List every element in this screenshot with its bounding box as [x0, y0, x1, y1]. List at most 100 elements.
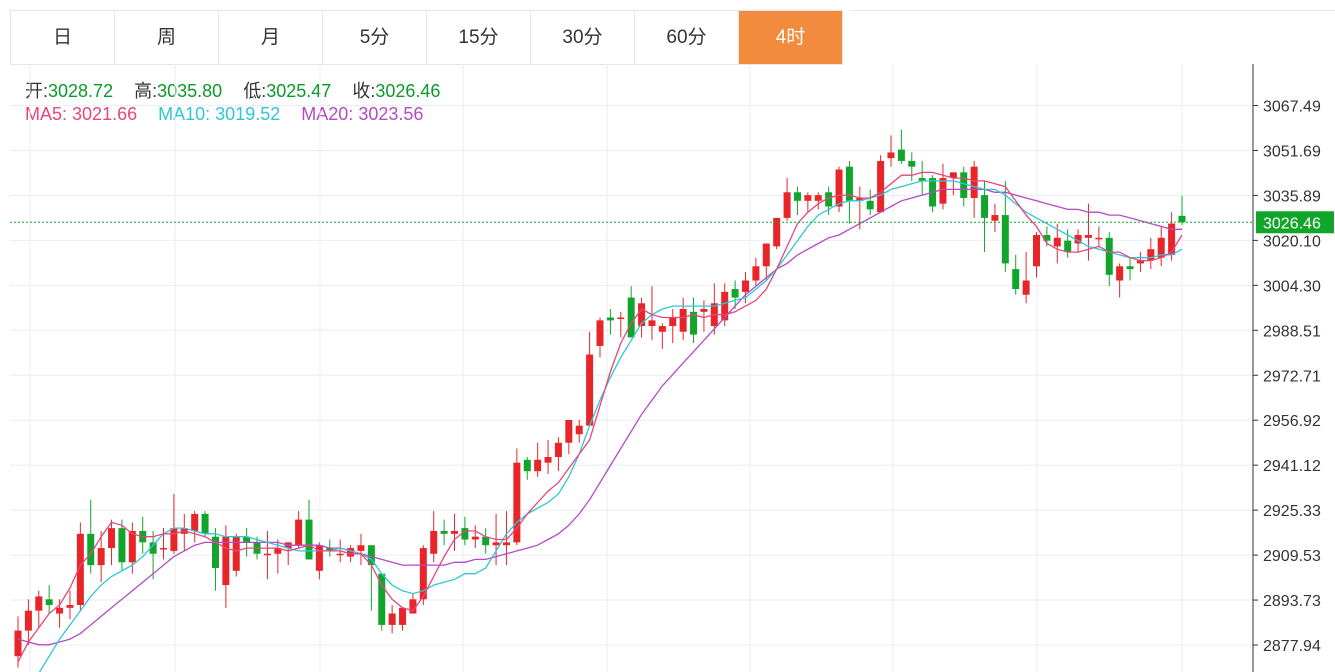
- candle-body: [679, 308, 687, 332]
- candle-body: [793, 192, 801, 201]
- candle-body: [430, 530, 438, 554]
- candle-body: [451, 530, 458, 534]
- candle-body: [586, 354, 594, 426]
- candle-body: [357, 545, 365, 551]
- tab-month[interactable]: 月: [219, 11, 323, 64]
- tab-4hour[interactable]: 4时: [739, 11, 843, 64]
- candle-body: [897, 149, 905, 161]
- candle-body: [56, 607, 64, 614]
- y-tick-label: 3004.30: [1263, 278, 1321, 295]
- candle-body: [45, 599, 53, 605]
- last-price-label: 3026.46: [1263, 215, 1321, 232]
- candlestick-chart[interactable]: 3067.49 3051.69 3035.89 3020.10 3004.30 2988.…: [0, 64, 1335, 672]
- y-tick-label: 2877.94: [1263, 638, 1321, 655]
- candle-body: [440, 530, 448, 534]
- y-tick-label: 2941.12: [1263, 458, 1321, 475]
- candle-body: [263, 553, 271, 556]
- candle-body: [502, 542, 510, 546]
- candle-body: [388, 613, 396, 625]
- candle-body: [866, 200, 874, 210]
- candle-body: [399, 607, 407, 625]
- tab-week[interactable]: 周: [115, 11, 219, 64]
- candle-body: [721, 291, 729, 321]
- candle-body: [35, 596, 43, 611]
- candle-body: [960, 172, 968, 198]
- candle-body: [170, 528, 178, 551]
- candle-body: [700, 308, 708, 312]
- candle-body: [295, 519, 303, 546]
- candle-body: [669, 317, 677, 327]
- candle-body: [804, 195, 812, 201]
- candle-body: [1053, 237, 1061, 247]
- candle-body: [1084, 234, 1092, 238]
- candle-body: [1033, 234, 1040, 267]
- y-tick-label: 2956.92: [1263, 413, 1321, 430]
- tab-60min[interactable]: 60分: [635, 11, 739, 64]
- candle-body: [1022, 280, 1030, 295]
- candle-body: [762, 243, 770, 267]
- tab-5min[interactable]: 5分: [323, 11, 427, 64]
- candle-body: [1147, 249, 1155, 261]
- candle-body: [305, 519, 313, 560]
- candle-body: [471, 536, 479, 540]
- candle-body: [752, 266, 760, 281]
- candle-body: [347, 548, 355, 557]
- candle-body: [97, 548, 105, 566]
- candle-body: [14, 630, 22, 657]
- candle-body: [544, 456, 552, 463]
- candle-body: [108, 528, 116, 549]
- candle-body: [336, 553, 344, 556]
- y-tick-label: 3067.49: [1263, 99, 1321, 116]
- y-tick-label: 2988.51: [1263, 323, 1321, 340]
- y-tick-label: 3035.89: [1263, 188, 1321, 205]
- y-tick-label: 2972.71: [1263, 368, 1321, 385]
- candle-body: [66, 604, 74, 608]
- candle-body: [970, 166, 978, 198]
- candle-body: [492, 542, 500, 546]
- candle-body: [596, 320, 604, 346]
- y-tick-label: 2925.33: [1263, 503, 1321, 520]
- candle-body: [128, 530, 136, 563]
- candle-body: [575, 425, 583, 435]
- candle-body: [222, 536, 230, 586]
- candle-body: [1126, 266, 1134, 270]
- candle-body: [201, 513, 209, 534]
- candle-body: [1116, 266, 1124, 281]
- y-tick-label: 3020.10: [1263, 233, 1321, 250]
- candle-body: [1064, 240, 1072, 253]
- tabs-top-border: [850, 10, 1335, 11]
- candle-body: [606, 317, 614, 321]
- candle-body: [981, 195, 989, 218]
- candle-body: [1012, 269, 1020, 290]
- candle-body: [939, 178, 947, 204]
- timeframe-tabs: 日 周 月 5分 15分 30分 60分 4时: [10, 10, 843, 65]
- candle-body: [523, 459, 531, 472]
- candle-body: [24, 610, 32, 631]
- y-tick-label: 2893.73: [1263, 593, 1321, 610]
- candle-body: [835, 169, 843, 207]
- candle-body: [191, 513, 199, 531]
- candle-body: [617, 317, 625, 320]
- tab-day[interactable]: 日: [11, 11, 115, 64]
- candle-body: [627, 297, 635, 338]
- candle-body: [565, 419, 573, 443]
- candle-body: [648, 320, 656, 327]
- y-tick-label: 2909.53: [1263, 548, 1321, 565]
- candle-body: [1105, 237, 1113, 275]
- candle-body: [534, 459, 542, 472]
- candle-body: [554, 442, 562, 457]
- candle-body: [658, 326, 666, 332]
- candle-body: [991, 215, 999, 221]
- tab-30min[interactable]: 30分: [531, 11, 635, 64]
- candle-body: [887, 152, 895, 159]
- candle-body: [908, 160, 916, 167]
- candle-body: [783, 192, 791, 218]
- candle-body: [731, 289, 739, 298]
- candle-body: [1095, 237, 1103, 240]
- candle-body: [160, 548, 167, 550]
- candle-body: [742, 280, 749, 292]
- candle-body: [118, 528, 126, 563]
- y-tick-label: 3051.69: [1263, 143, 1321, 160]
- candle-body: [1178, 215, 1186, 223]
- tab-15min[interactable]: 15分: [427, 11, 531, 64]
